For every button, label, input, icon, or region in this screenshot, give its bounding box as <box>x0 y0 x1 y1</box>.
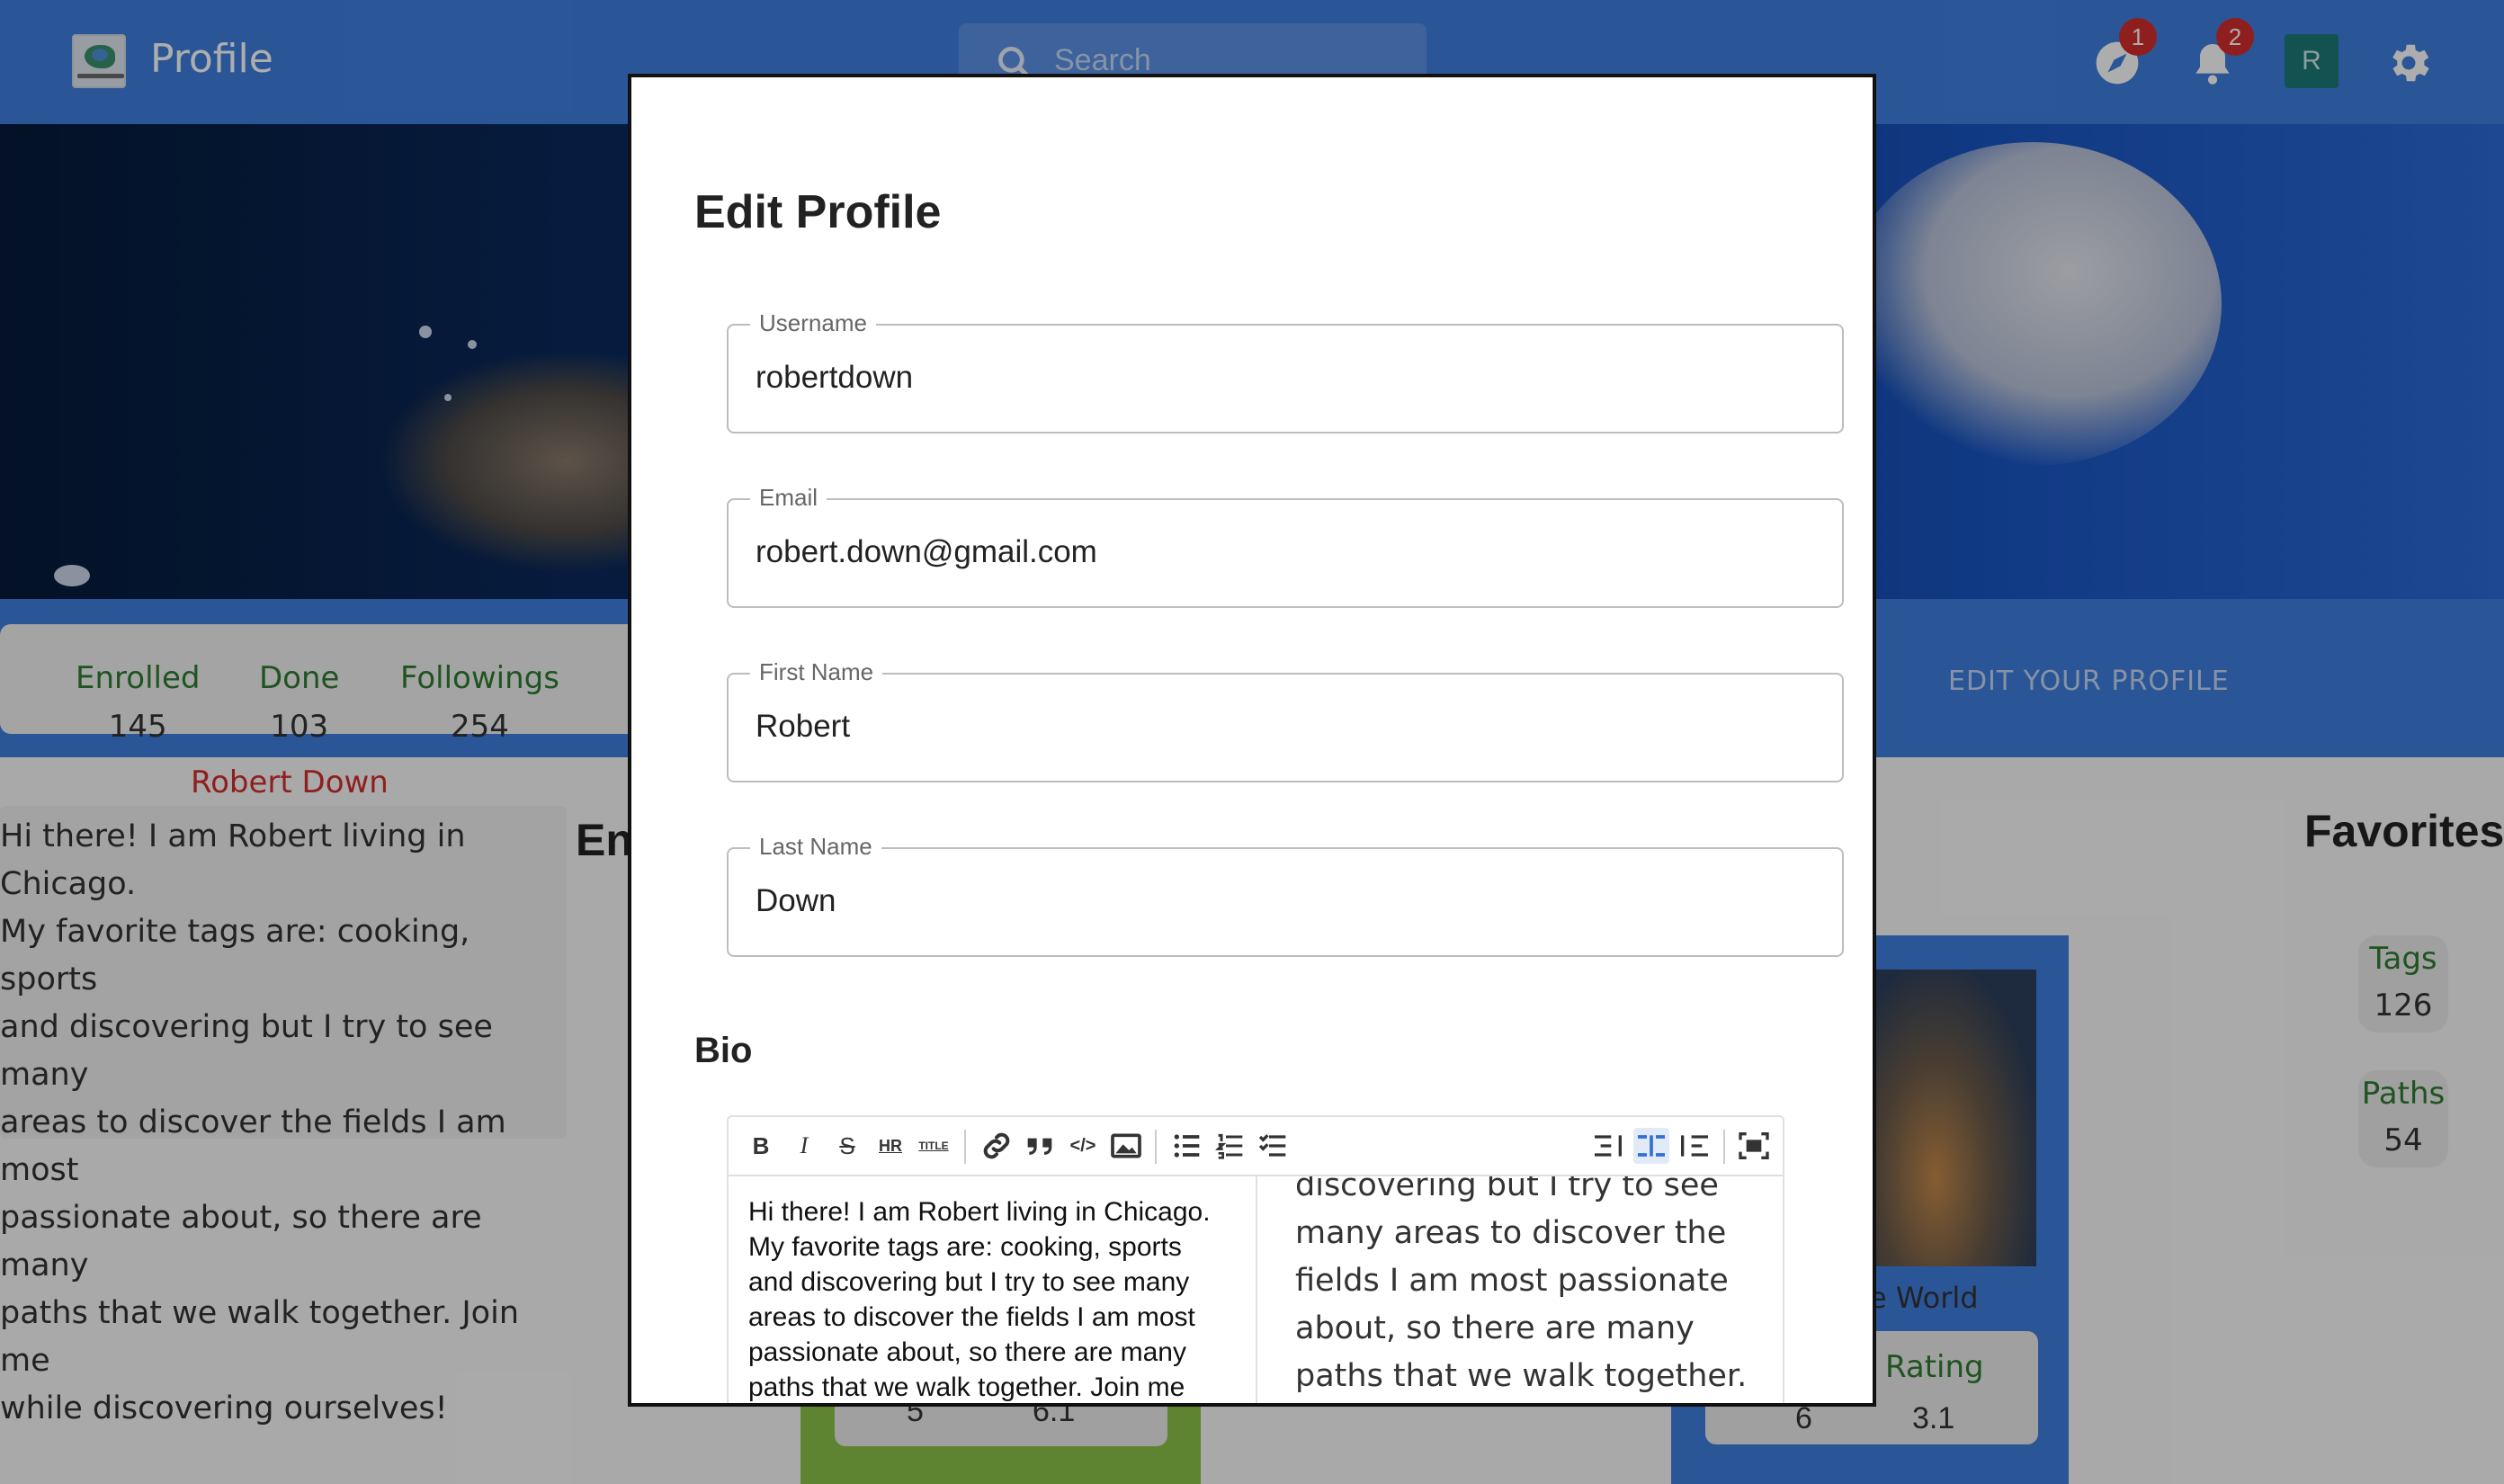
bio-heading: Bio <box>694 1031 753 1070</box>
bio-preview-pane: discovering but I try to see many areas … <box>1295 1176 1748 1394</box>
fullscreen-icon[interactable] <box>1736 1128 1772 1164</box>
italic-button[interactable]: I <box>786 1128 822 1164</box>
edit-profile-dialog: Edit Profile Username Email First Name L… <box>628 74 1876 1407</box>
username-field[interactable]: Username <box>727 309 1844 434</box>
link-icon[interactable] <box>979 1128 1015 1164</box>
last-name-label: Last Name <box>750 833 881 861</box>
editor-toolbar: B I S HR TITLE </> <box>729 1117 1783 1176</box>
username-label: Username <box>750 309 876 337</box>
first-name-label: First Name <box>750 658 883 686</box>
heading-button[interactable]: TITLE <box>916 1128 952 1164</box>
image-icon[interactable] <box>1108 1128 1144 1164</box>
bold-button[interactable]: B <box>743 1128 779 1164</box>
quote-icon[interactable] <box>1022 1128 1058 1164</box>
last-name-field[interactable]: Last Name <box>727 833 1844 957</box>
bio-markdown-editor: B I S HR TITLE </> Hi there! I am Robert… <box>727 1115 1784 1403</box>
code-button[interactable]: </> <box>1065 1128 1101 1164</box>
email-label: Email <box>750 484 827 512</box>
email-field[interactable]: Email <box>727 484 1844 608</box>
profile-page: Profile Search 1 2 R Enrolled 145 Done 1… <box>0 0 2504 1484</box>
email-input[interactable] <box>756 534 1817 570</box>
bullet-list-icon[interactable] <box>1169 1128 1205 1164</box>
side-by-side-icon[interactable] <box>1633 1128 1669 1164</box>
horizontal-rule-button[interactable]: HR <box>872 1128 908 1164</box>
task-list-icon[interactable] <box>1256 1128 1292 1164</box>
dialog-title: Edit Profile <box>694 186 942 238</box>
username-input[interactable] <box>756 360 1817 396</box>
ordered-list-icon[interactable] <box>1212 1128 1248 1164</box>
last-name-input[interactable] <box>756 883 1817 919</box>
first-name-input[interactable] <box>756 709 1817 745</box>
editor-only-icon[interactable] <box>1590 1128 1626 1164</box>
first-name-field[interactable]: First Name <box>727 658 1844 782</box>
bio-source-textarea[interactable]: Hi there! I am Robert living in Chicago.… <box>729 1176 1256 1403</box>
strikethrough-button[interactable]: S <box>829 1128 865 1164</box>
preview-only-icon[interactable] <box>1677 1128 1713 1164</box>
